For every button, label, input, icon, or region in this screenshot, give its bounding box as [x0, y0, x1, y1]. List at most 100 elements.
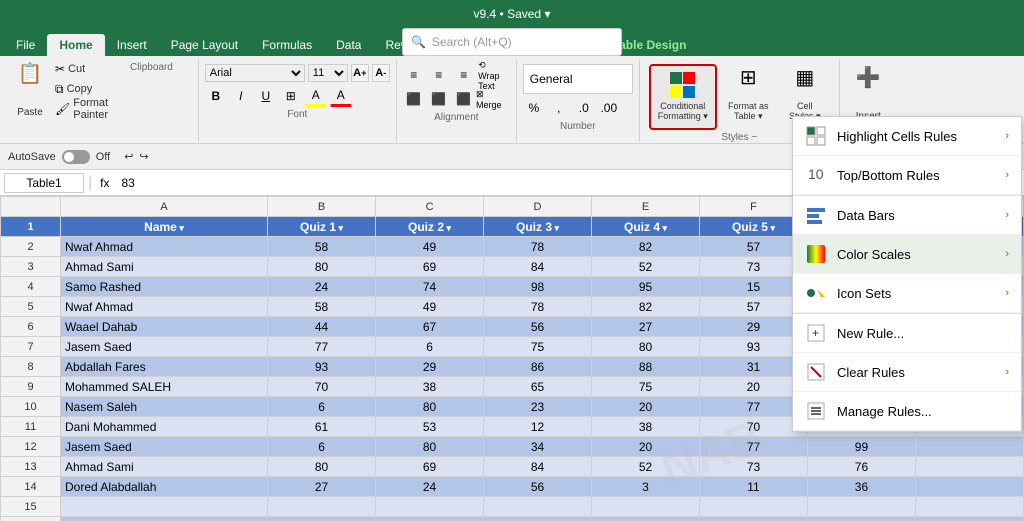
list-item[interactable] [807, 517, 915, 521]
list-item[interactable]: Quiz 2 ▾ [376, 217, 484, 237]
list-item[interactable]: 38 [376, 377, 484, 397]
list-item[interactable] [484, 497, 592, 517]
list-item[interactable]: 75 [592, 377, 700, 397]
increase-decimal-button[interactable]: .0 [573, 97, 595, 119]
tab-data[interactable]: Data [324, 34, 373, 56]
increase-font-button[interactable]: A+ [351, 64, 369, 82]
filter-arrow-icon[interactable]: ▾ [552, 223, 559, 233]
list-item[interactable] [61, 517, 268, 521]
list-item[interactable]: 80 [268, 457, 376, 477]
fill-color-button[interactable]: A [305, 85, 327, 107]
col-header-d[interactable]: D [484, 197, 592, 217]
filter-arrow-icon[interactable]: ▾ [336, 223, 343, 233]
list-item[interactable]: 78 [484, 237, 592, 257]
list-item[interactable]: 80 [592, 337, 700, 357]
list-item[interactable]: 77 [700, 437, 808, 457]
list-item[interactable] [915, 477, 1023, 497]
wrap-text-button[interactable]: ⟲ Wrap Text [478, 64, 500, 86]
list-item[interactable]: 75 [484, 337, 592, 357]
list-item[interactable] [376, 517, 484, 521]
list-item[interactable]: 27 [268, 477, 376, 497]
list-item[interactable]: 24 [268, 277, 376, 297]
list-item[interactable]: 95 [592, 277, 700, 297]
list-item[interactable]: Abdallah Fares [61, 357, 268, 377]
list-item[interactable] [915, 437, 1023, 457]
list-item[interactable]: 88 [592, 357, 700, 377]
list-item[interactable] [807, 497, 915, 517]
font-color-button[interactable]: A [330, 85, 352, 107]
bold-button[interactable]: B [205, 85, 227, 107]
list-item[interactable]: Jasem Saed [61, 437, 268, 457]
format-as-table-button[interactable]: ⊞ Format asTable ▾ [721, 64, 776, 126]
merge-center-button[interactable]: ⊠ Merge [478, 88, 500, 110]
list-item[interactable]: 6 [268, 397, 376, 417]
list-item[interactable]: Ahmad Sami [61, 457, 268, 477]
align-top-left-button[interactable]: ≡ [403, 64, 425, 86]
list-item[interactable]: 73 [700, 457, 808, 477]
underline-button[interactable]: U [255, 85, 277, 107]
list-item[interactable]: Quiz 3 ▾ [484, 217, 592, 237]
list-item[interactable]: 82 [592, 237, 700, 257]
list-item[interactable] [592, 497, 700, 517]
list-item[interactable]: 86 [484, 357, 592, 377]
paste-button[interactable]: 📋 Paste [10, 60, 50, 122]
format-painter-button[interactable]: 🖌 Format Painter [52, 100, 111, 118]
list-item[interactable]: 69 [376, 457, 484, 477]
align-right-button[interactable]: ⬛ [453, 88, 475, 110]
conditional-formatting-button[interactable]: ConditionalFormatting ▾ [653, 68, 713, 126]
align-left-button[interactable]: ⬛ [403, 88, 425, 110]
list-item[interactable]: 65 [484, 377, 592, 397]
list-item[interactable]: 74 [376, 277, 484, 297]
list-item[interactable]: 34 [484, 437, 592, 457]
filter-arrow-icon[interactable]: ▾ [177, 223, 184, 233]
list-item[interactable]: 69 [376, 257, 484, 277]
align-top-right-button[interactable]: ≡ [453, 64, 475, 86]
list-item[interactable]: 58 [268, 297, 376, 317]
list-item[interactable]: 6 [376, 337, 484, 357]
list-item[interactable]: 20 [592, 437, 700, 457]
list-item[interactable]: Nwaf Ahmad [61, 297, 268, 317]
col-header-e[interactable]: E [592, 197, 700, 217]
search-bar[interactable]: 🔍 Search (Alt+Q) [402, 28, 622, 56]
align-center-button[interactable]: ⬛ [428, 88, 450, 110]
list-item[interactable]: 77 [268, 337, 376, 357]
list-item[interactable]: 44 [268, 317, 376, 337]
list-item[interactable]: 52 [592, 257, 700, 277]
list-item[interactable] [376, 497, 484, 517]
menu-icon-sets[interactable]: Icon Sets › [793, 274, 1021, 313]
autosave-toggle[interactable] [62, 150, 90, 164]
redo-button[interactable]: ↪ [139, 150, 148, 163]
border-button[interactable]: ⊞ [280, 85, 302, 107]
undo-button[interactable]: ↩ [124, 150, 133, 163]
filter-arrow-icon[interactable]: ▾ [444, 223, 451, 233]
menu-manage-rules[interactable]: Manage Rules... [793, 392, 1021, 431]
list-item[interactable]: 56 [484, 477, 592, 497]
list-item[interactable] [268, 517, 376, 521]
list-item[interactable]: Dored Alabdallah [61, 477, 268, 497]
list-item[interactable]: Nwaf Ahmad [61, 237, 268, 257]
menu-top-bottom[interactable]: 10 Top/Bottom Rules › [793, 156, 1021, 195]
list-item[interactable]: 6 [268, 437, 376, 457]
list-item[interactable]: Quiz 4 ▾ [592, 217, 700, 237]
list-item[interactable]: 82 [592, 297, 700, 317]
list-item[interactable]: 61 [268, 417, 376, 437]
menu-data-bars[interactable]: Data Bars › [793, 196, 1021, 235]
list-item[interactable]: 98 [484, 277, 592, 297]
list-item[interactable]: 84 [484, 257, 592, 277]
filter-arrow-icon[interactable]: ▾ [660, 223, 667, 233]
list-item[interactable] [268, 497, 376, 517]
list-item[interactable]: 38 [592, 417, 700, 437]
list-item[interactable] [700, 517, 808, 521]
list-item[interactable]: 56 [484, 317, 592, 337]
list-item[interactable]: 70 [268, 377, 376, 397]
list-item[interactable]: 27 [592, 317, 700, 337]
decrease-font-button[interactable]: A- [372, 64, 390, 82]
list-item[interactable]: 29 [376, 357, 484, 377]
menu-color-scales[interactable]: Color Scales › [793, 235, 1021, 274]
list-item[interactable]: Dani Mohammed [61, 417, 268, 437]
list-item[interactable]: 24 [376, 477, 484, 497]
menu-clear-rules[interactable]: Clear Rules › [793, 353, 1021, 392]
list-item[interactable] [592, 517, 700, 521]
list-item[interactable]: 53 [376, 417, 484, 437]
list-item[interactable]: 84 [484, 457, 592, 477]
